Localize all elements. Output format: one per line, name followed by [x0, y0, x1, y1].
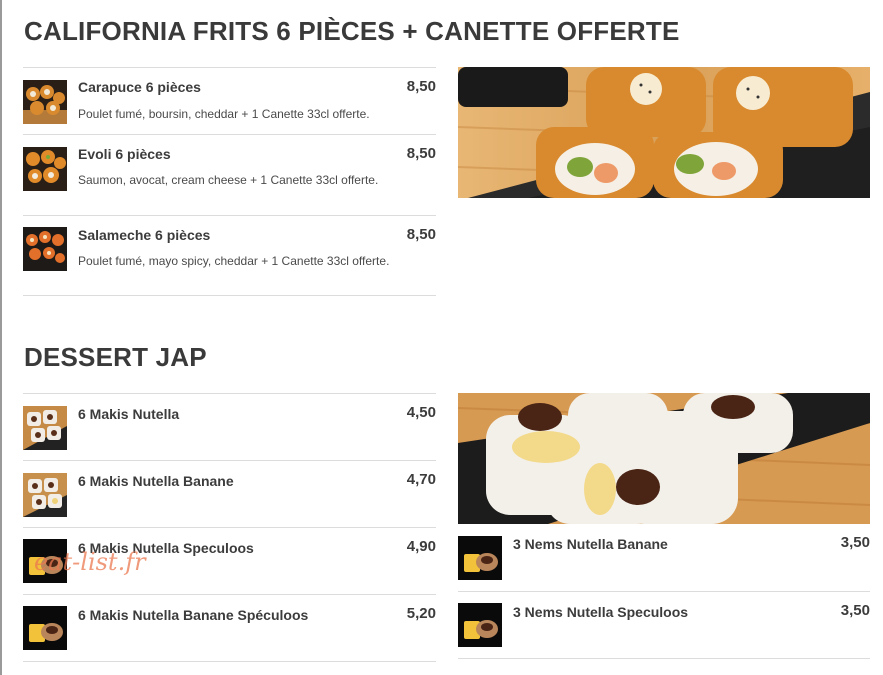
item-description: Poulet fumé, boursin, cheddar + 1 Canett…: [78, 107, 370, 121]
menu-item-evoli[interactable]: Evoli 6 pièces Saumon, avocat, cream che…: [23, 134, 436, 215]
dessert-makis-photo: [458, 393, 870, 524]
makis-nutella-thumbnail: [23, 406, 67, 450]
item-name: 3 Nems Nutella Banane: [513, 536, 668, 552]
menu-item-nems-nutella-banane[interactable]: 3 Nems Nutella Banane 3,50: [458, 524, 870, 591]
menu-item-makis-nutella[interactable]: 6 Makis Nutella 4,50: [23, 393, 436, 460]
item-price: 3,50: [840, 534, 870, 551]
menu-item-makis-nutella-banane[interactable]: 6 Makis Nutella Banane 4,70: [23, 460, 436, 527]
menu-item-nems-nutella-speculoos[interactable]: 3 Nems Nutella Speculoos 3,50: [458, 591, 870, 658]
divider: [458, 658, 870, 659]
item-description: Poulet fumé, mayo spicy, cheddar + 1 Can…: [78, 254, 390, 268]
item-description: Saumon, avocat, cream cheese + 1 Canette…: [78, 173, 379, 187]
carapuce-thumbnail: [23, 80, 67, 124]
evoli-thumbnail: [23, 147, 67, 191]
item-price: 8,50: [406, 226, 436, 243]
item-name: Carapuce 6 pièces: [78, 79, 201, 95]
item-price: 8,50: [406, 145, 436, 162]
item-name: 6 Makis Nutella: [78, 406, 180, 422]
divider: [23, 661, 436, 662]
page-left-border: [0, 0, 2, 675]
menu-item-salameche[interactable]: Salameche 6 pièces Poulet fumé, mayo spi…: [23, 215, 436, 295]
section-title-california: CALIFORNIA FRITS 6 PIÈCES + CANETTE OFFE…: [24, 16, 680, 46]
item-price: 5,20: [406, 605, 436, 622]
nems-nutella-speculoos-thumbnail: [458, 603, 502, 647]
item-name: Salameche 6 pièces: [78, 227, 211, 243]
item-price: 4,50: [406, 404, 436, 421]
section-title-dessert-jap: DESSERT JAP: [24, 342, 207, 372]
item-price: 4,90: [406, 538, 436, 555]
nems-nutella-banane-thumbnail: [458, 536, 502, 580]
item-price: 3,50: [840, 602, 870, 619]
makis-nutella-banane-thumbnail: [23, 473, 67, 517]
item-name: Evoli 6 pièces: [78, 146, 171, 162]
item-price: 8,50: [406, 78, 436, 95]
menu-item-makis-nutella-banane-speculoos[interactable]: 6 Makis Nutella Banane Spéculoos 5,20: [23, 594, 436, 661]
california-rolls-photo: [458, 67, 870, 198]
item-name: 3 Nems Nutella Speculoos: [513, 604, 689, 620]
item-name: 6 Makis Nutella Banane Spéculoos: [78, 607, 309, 623]
item-price: 4,70: [406, 471, 436, 488]
salameche-thumbnail: [23, 227, 67, 271]
makis-nutella-banane-speculoos-thumbnail: [23, 606, 67, 650]
divider: [23, 295, 436, 296]
menu-item-carapuce[interactable]: Carapuce 6 pièces Poulet fumé, boursin, …: [23, 67, 436, 134]
item-name: 6 Makis Nutella Banane: [78, 473, 234, 489]
watermark: eat-list.fr: [34, 548, 146, 576]
